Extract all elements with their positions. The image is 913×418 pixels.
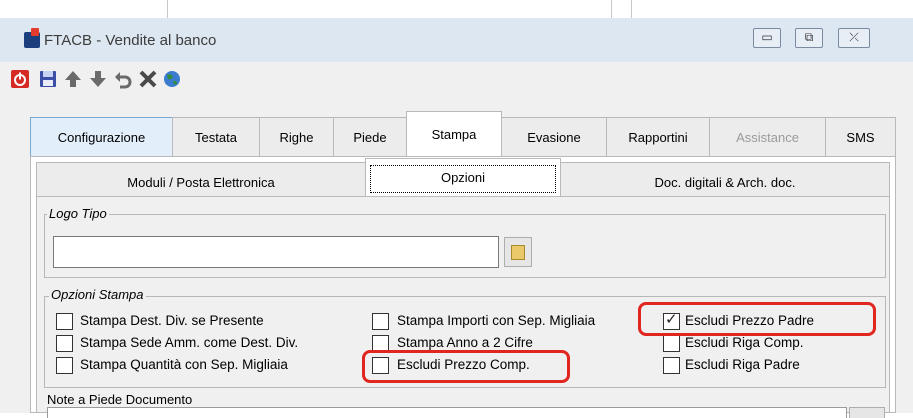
logo-tipo-legend: Logo Tipo <box>47 206 109 221</box>
tab-sms[interactable]: SMS <box>825 117 896 157</box>
subtab-opzioni-label: Opzioni <box>370 165 556 193</box>
checkbox-stampa-dest-div[interactable] <box>56 313 73 330</box>
highlight-escludi-prezzo-padre <box>638 302 876 336</box>
label-stampa-quantita: Stampa Quantità con Sep. Migliaia <box>80 357 288 372</box>
label-escludi-riga-comp: Escludi Riga Comp. <box>685 335 804 350</box>
label-stampa-importi: Stampa Importi con Sep. Migliaia <box>397 313 596 328</box>
tab-righe[interactable]: Righe <box>259 117 334 157</box>
close-button[interactable]: ⤫ <box>838 28 870 48</box>
checkbox-stampa-importi[interactable] <box>372 313 389 330</box>
label-stampa-sede-amm: Stampa Sede Amm. come Dest. Div. <box>80 335 299 350</box>
tab-evasione[interactable]: Evasione <box>501 117 607 157</box>
logo-path-input[interactable] <box>53 236 499 268</box>
checkbox-stampa-sede-amm[interactable] <box>56 335 73 352</box>
note-piede-label: Note a Piede Documento <box>47 392 193 407</box>
folder-icon <box>511 245 525 260</box>
minimize-icon: ▭ <box>761 30 773 44</box>
browse-folder-button[interactable] <box>504 237 532 267</box>
window-title: FTACB - Vendite al banco <box>44 32 217 49</box>
arrow-down-icon[interactable] <box>88 69 108 89</box>
arrow-up-icon[interactable] <box>63 69 83 89</box>
opzioni-stampa-legend: Opzioni Stampa <box>49 287 146 302</box>
toolbar <box>0 62 913 98</box>
tab-stampa[interactable]: Stampa <box>406 111 502 157</box>
checkbox-stampa-quantita[interactable] <box>56 357 73 374</box>
tab-piede[interactable]: Piede <box>333 117 407 157</box>
tab-testata[interactable]: Testata <box>172 117 260 157</box>
save-icon[interactable] <box>38 69 58 89</box>
label-escludi-riga-padre: Escludi Riga Padre <box>685 357 800 372</box>
restore-icon: ⧉ <box>804 30 814 44</box>
checkbox-escludi-riga-padre[interactable] <box>663 357 680 374</box>
checkbox-escludi-riga-comp[interactable] <box>663 335 680 352</box>
app-window: FTACB - Vendite al banco ▭ ⧉ ⤫ Configura… <box>0 0 913 418</box>
globe-icon[interactable] <box>162 69 182 89</box>
restore-button[interactable]: ⧉ <box>795 28 823 48</box>
delete-icon[interactable] <box>138 69 158 89</box>
tab-assistance: Assistance <box>709 117 826 157</box>
tab-rapportini[interactable]: Rapportini <box>606 117 710 157</box>
label-stampa-dest-div: Stampa Dest. Div. se Presente <box>80 313 264 328</box>
undo-icon[interactable] <box>113 69 133 89</box>
power-icon[interactable] <box>10 69 30 89</box>
label-stampa-anno: Stampa Anno a 2 Cifre <box>397 335 533 350</box>
close-icon: ⤫ <box>849 30 859 44</box>
highlight-escludi-prezzo-comp <box>362 350 570 383</box>
app-logo-icon <box>24 28 40 48</box>
background-strip <box>0 0 913 18</box>
tab-configurazione[interactable]: Configurazione <box>30 117 173 157</box>
minimize-button[interactable]: ▭ <box>753 28 781 48</box>
